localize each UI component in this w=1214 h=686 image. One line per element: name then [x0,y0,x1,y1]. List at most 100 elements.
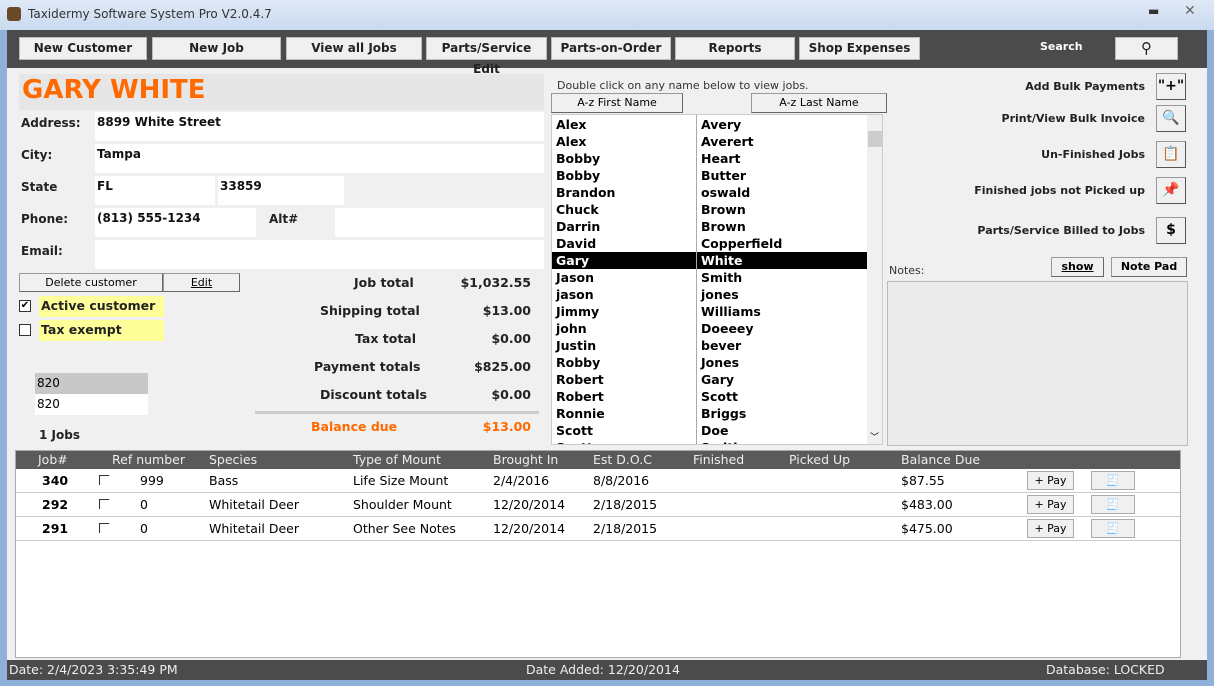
name-row[interactable]: john Doeeey [552,320,867,337]
payment-totals-label: Payment totals [314,359,421,374]
first-name: Chuck [556,202,599,217]
col-job: Job# [38,452,68,467]
invoice-icon: 🧾 [1106,522,1120,535]
name-row[interactable]: Gary White [552,252,867,269]
view-all-jobs-button[interactable]: View all Jobs [286,37,422,60]
parts-on-order-button[interactable]: Parts-on-Order [551,37,671,60]
name-row[interactable]: Chuck Brown [552,201,867,218]
notes-area[interactable] [887,281,1188,446]
last-name: Avery [701,117,742,132]
name-row[interactable]: Bobby Heart [552,150,867,167]
job-checkbox[interactable] [99,475,109,485]
pay-button[interactable]: + Pay [1027,519,1074,538]
shipping-total-value: $13.00 [482,303,531,318]
name-row[interactable]: Robert Gary [552,371,867,388]
address-field[interactable]: 8899 White Street [95,112,544,141]
name-row[interactable]: Brandon oswald [552,184,867,201]
first-name: Robby [556,355,601,370]
invoice-icon: 🧾 [1106,498,1120,511]
name-row[interactable]: Alex Averert [552,133,867,150]
est-doc: 2/18/2015 [593,497,658,512]
note-pad-button[interactable]: Note Pad [1111,257,1187,277]
invoice-button[interactable]: 🧾 [1091,471,1135,490]
name-row[interactable]: Robert Scott [552,388,867,405]
title-bar: Taxidermy Software System Pro V2.0.4.7 ▬… [0,0,1214,30]
job-row[interactable]: 292 0 Whitetail Deer Shoulder Mount 12/2… [16,493,1180,517]
job-row[interactable]: 291 0 Whitetail Deer Other See Notes 12/… [16,517,1180,541]
last-name: Jones [701,355,740,370]
new-job-button[interactable]: New Job [152,37,281,60]
main-window: New Customer New Job View all Jobs Parts… [7,30,1207,680]
invoice-button[interactable]: 🧾 [1091,495,1135,514]
search-button[interactable]: ⚲ [1115,37,1178,60]
species: Whitetail Deer [209,521,299,536]
finished-not-picked-button[interactable]: 📌 [1156,177,1186,204]
job-checkbox[interactable] [99,499,109,509]
delete-customer-button[interactable]: Delete customer [19,273,163,292]
phone-label: Phone: [21,212,69,226]
phone-field[interactable]: (813) 555-1234 [95,208,256,237]
names-list[interactable]: Alex Avery Alex Averert Bobby Heart Bobby Butte… [551,114,883,445]
pay-button[interactable]: + Pay [1027,495,1074,514]
unfinished-jobs-button[interactable]: 📋 [1156,141,1186,168]
brought-in: 2/4/2016 [493,473,550,488]
name-row[interactable]: Alex Avery [552,116,867,133]
sort-last-name-button[interactable]: A-z Last Name [751,93,887,113]
names-hint: Double click on any name below to view j… [557,79,809,92]
last-name: Doeeey [701,321,754,336]
new-customer-button[interactable]: New Customer [19,37,147,60]
tax-exempt-label: Tax exempt [39,320,164,341]
name-row[interactable]: Jimmy Williams [552,303,867,320]
search-label: Search [1040,40,1083,53]
tax-total-value: $0.00 [491,331,531,346]
job-checkbox[interactable] [99,523,109,533]
close-button[interactable]: ✕ [1184,3,1196,19]
first-name: Brandon [556,185,616,200]
name-row[interactable]: Jason Smith [552,269,867,286]
email-field[interactable] [95,240,544,269]
city-field[interactable]: Tampa [95,144,544,173]
name-row[interactable]: Darrin Brown [552,218,867,235]
name-row[interactable]: ScottSmith [552,439,867,444]
tax-exempt-checkbox[interactable] [19,324,31,336]
name-row[interactable]: Ronnie Briggs [552,405,867,422]
status-database: Database: LOCKED [1046,662,1165,677]
names-scrollbar[interactable]: ﹀ [867,115,882,444]
show-notes-button[interactable]: show [1051,257,1104,277]
first-name: Jimmy [556,304,600,319]
name-row[interactable]: Bobby Butter [552,167,867,184]
add-bulk-payments-button[interactable]: "+" [1156,73,1186,100]
first-name: Ronnie [556,406,605,421]
parts-billed-button[interactable]: $ [1156,217,1186,244]
minimize-button[interactable]: ▬ [1148,4,1159,18]
job-row[interactable]: 340 999 Bass Life Size Mount 2/4/2016 8/… [16,469,1180,493]
alt-phone-field[interactable] [335,208,544,237]
shipping-total-label: Shipping total [320,303,420,318]
balance-due: $483.00 [901,497,953,512]
scrollbar-thumb[interactable] [868,131,882,147]
name-row[interactable]: Scott Doe [552,422,867,439]
mount-type: Shoulder Mount [353,497,452,512]
name-row[interactable]: Robby Jones [552,354,867,371]
zip-field[interactable]: 33859 [218,176,344,205]
parts-service-edit-button[interactable]: Parts/Service Edit [426,37,547,76]
code-field-1[interactable]: 820 [35,373,148,394]
shop-expenses-button[interactable]: Shop Expenses [799,37,920,60]
name-row[interactable]: Justin bever [552,337,867,354]
edit-button[interactable]: Edit [163,273,240,292]
code-field-2[interactable]: 820 [35,394,148,415]
scroll-down-icon[interactable]: ﹀ [870,430,879,443]
state-field[interactable]: FL [95,176,215,205]
reports-button[interactable]: Reports [675,37,795,60]
jobs-count: 1 Jobs [39,428,80,442]
active-customer-label: Active customer [39,296,164,317]
sort-first-name-button[interactable]: A-z First Name [551,93,683,113]
name-row[interactable]: David Copperfield [552,235,867,252]
pay-button[interactable]: + Pay [1027,471,1074,490]
active-customer-checkbox[interactable]: ✔ [19,300,31,312]
print-preview-icon: 🔍 [1162,110,1180,126]
name-row[interactable]: jason jones [552,286,867,303]
print-bulk-invoice-button[interactable]: 🔍 [1156,105,1186,132]
invoice-button[interactable]: 🧾 [1091,519,1135,538]
first-name: Robert [556,389,604,404]
